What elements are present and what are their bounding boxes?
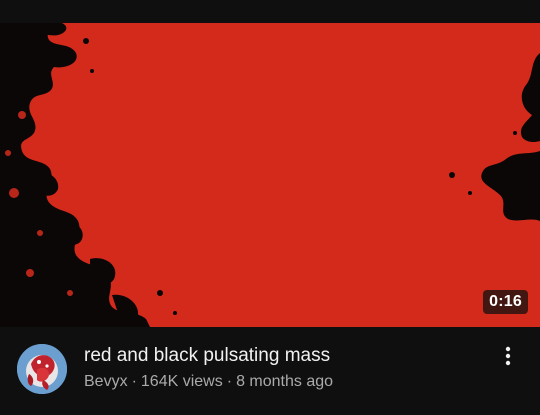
video-subtitle: Bevyx · 164K views · 8 months ago	[84, 372, 333, 392]
video-meta: red and black pulsating mass Bevyx · 164K …	[0, 327, 540, 415]
duration-badge: 0:16	[483, 290, 528, 314]
video-title[interactable]: red and black pulsating mass	[84, 344, 474, 368]
view-count: 164K views	[140, 373, 223, 390]
thumbnail-image	[0, 23, 540, 327]
more-options-button[interactable]	[498, 345, 518, 367]
channel-name[interactable]: Bevyx	[84, 373, 128, 390]
channel-avatar[interactable]	[17, 344, 67, 394]
video-thumbnail[interactable]: 0:16	[0, 23, 540, 327]
more-vert-icon	[505, 346, 511, 366]
separator: ·	[226, 373, 233, 390]
avatar-image	[17, 344, 67, 394]
upload-age: 8 months ago	[236, 373, 334, 390]
separator: ·	[131, 373, 137, 390]
video-card: 0:16 red and black pulsating mass Bevyx ·…	[0, 0, 540, 415]
